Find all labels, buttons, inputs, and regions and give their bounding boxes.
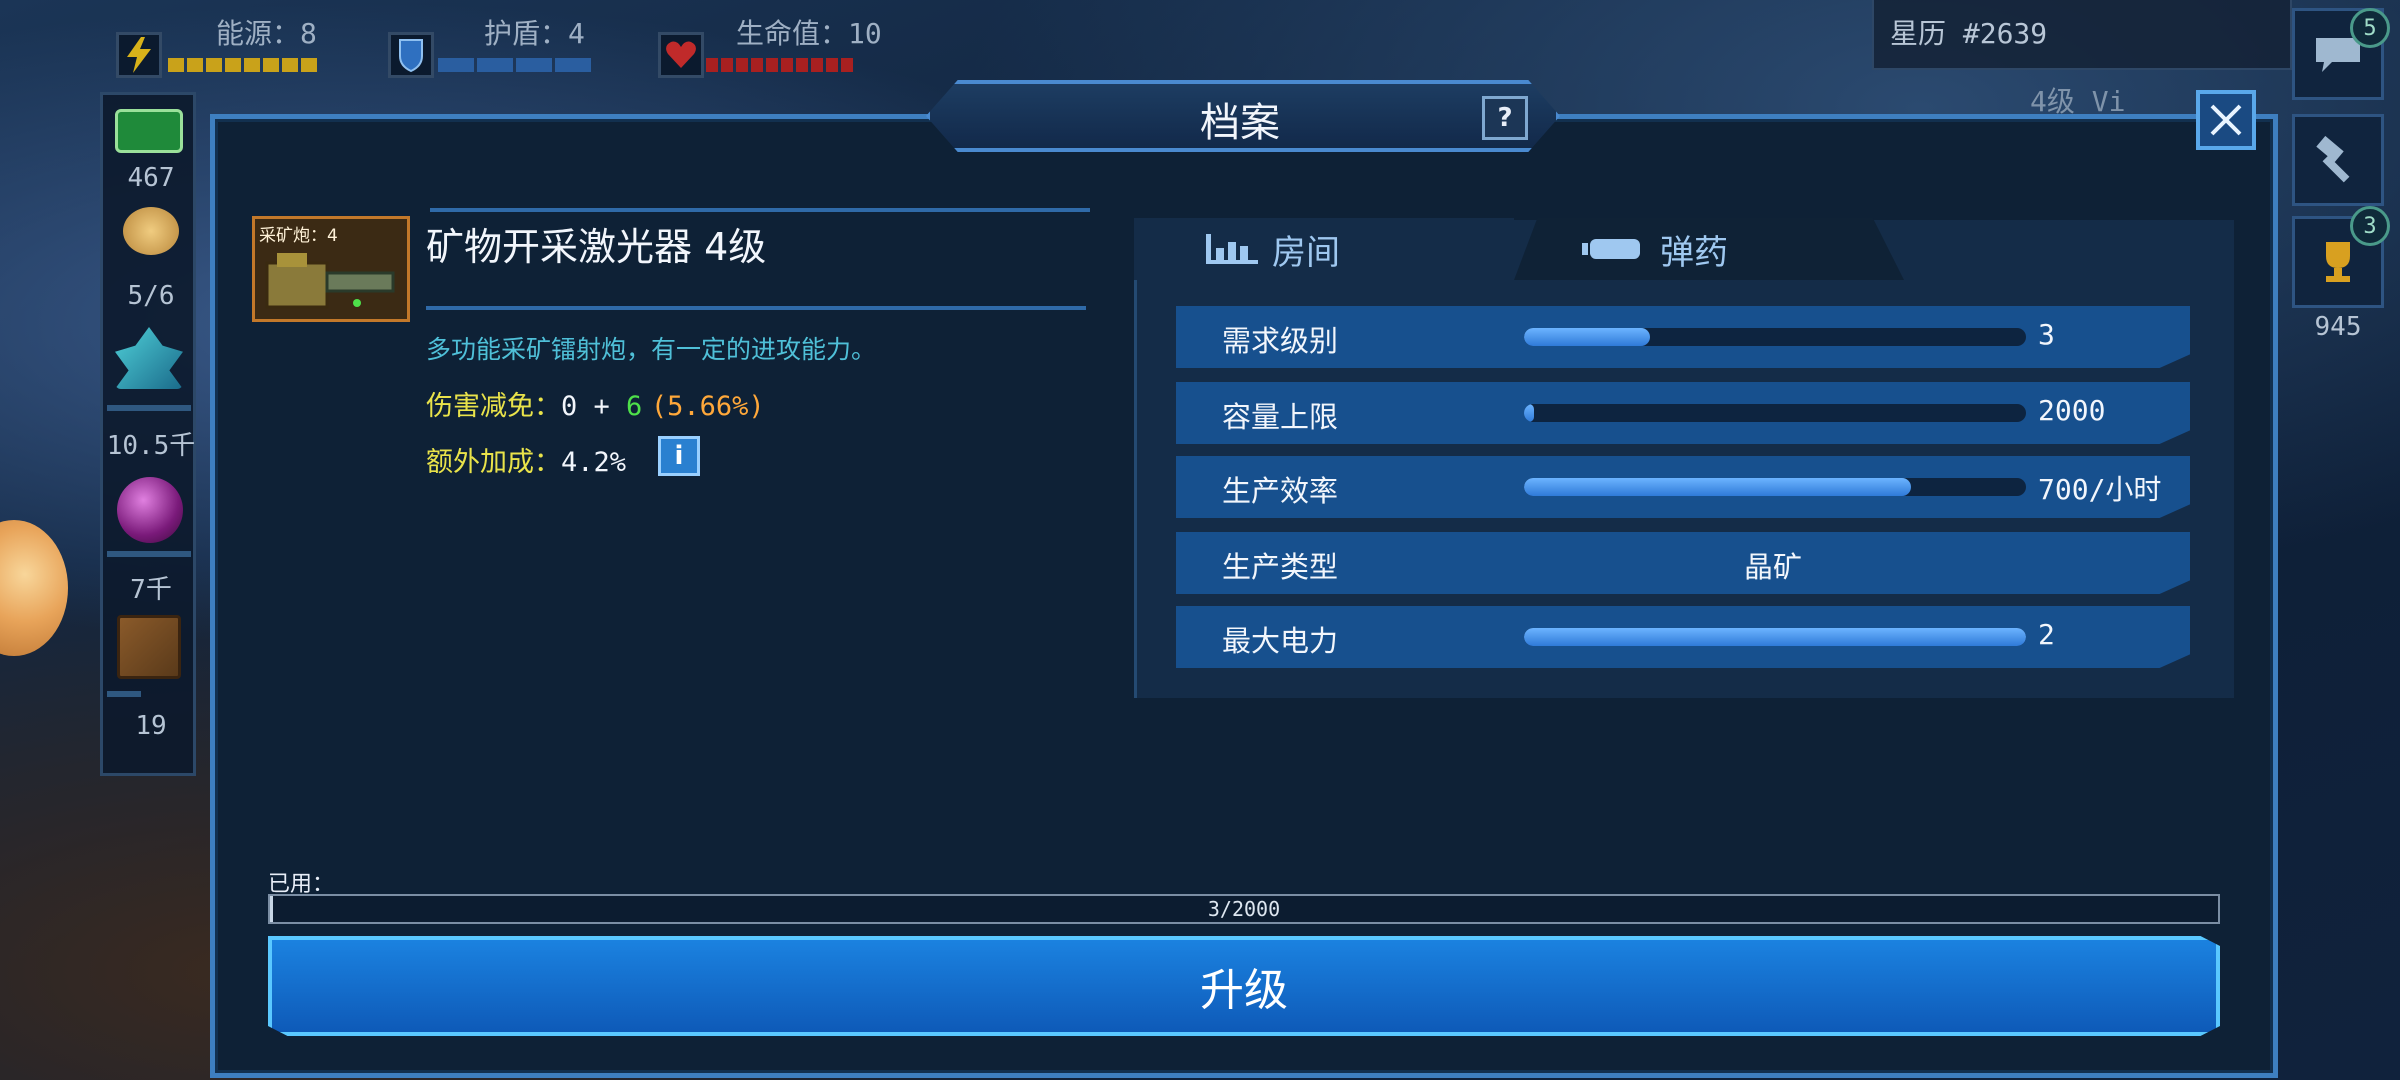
damage-base: 0 + bbox=[561, 391, 627, 422]
crate-divider bbox=[107, 691, 141, 697]
stat-row-production-rate: 生产效率 700/小时 bbox=[1176, 456, 2190, 518]
planet-decoration bbox=[0, 520, 68, 656]
chat-badge: 5 bbox=[2350, 8, 2390, 48]
build-button[interactable] bbox=[2292, 114, 2384, 206]
close-button[interactable] bbox=[2196, 90, 2256, 150]
crate-value: 19 bbox=[135, 711, 167, 741]
extra-value: 4.2% bbox=[561, 447, 627, 478]
crystal-value: 10.5千 bbox=[106, 431, 196, 461]
crystal-icon[interactable] bbox=[115, 327, 183, 389]
resource-panel: 467 5/6 10.5千 7千 19 bbox=[100, 92, 196, 776]
stat-bar-fill bbox=[1524, 628, 2026, 646]
trophy-icon bbox=[2326, 242, 2350, 282]
stat-row-max-power: 最大电力 2 bbox=[1176, 606, 2190, 668]
stat-bar bbox=[1524, 404, 2026, 422]
heart-icon bbox=[658, 32, 704, 78]
life-bar bbox=[706, 58, 853, 72]
stat-label: 生产效率 bbox=[1222, 474, 1339, 508]
help-button[interactable]: ? bbox=[1482, 96, 1528, 140]
crew-value: 5/6 bbox=[127, 281, 175, 311]
shield-bar bbox=[438, 58, 591, 72]
stat-bar bbox=[1524, 478, 2026, 496]
energy-label: 能源：8 bbox=[216, 17, 317, 50]
header-line-bottom bbox=[426, 306, 1086, 310]
item-description: 多功能采矿镭射炮，有一定的进攻能力。 bbox=[426, 335, 877, 364]
stat-row-capacity: 容量上限 2000 bbox=[1176, 382, 2190, 444]
close-icon bbox=[2210, 104, 2242, 136]
used-progress-text: 3/2000 bbox=[1207, 897, 1281, 921]
info-button[interactable]: i bbox=[658, 436, 700, 476]
damage-bonus: 6 bbox=[626, 391, 643, 422]
lightning-icon bbox=[116, 32, 162, 78]
orb-divider bbox=[107, 551, 191, 557]
orb-icon[interactable] bbox=[117, 477, 183, 543]
bar-chart-icon bbox=[1206, 234, 1258, 264]
header-line-top bbox=[430, 208, 1090, 212]
stardate: 星历 #2639 bbox=[1872, 0, 2292, 70]
stat-label: 最大电力 bbox=[1222, 624, 1339, 658]
crystal-divider bbox=[107, 405, 191, 411]
item-thumbnail: 采矿炮：4 bbox=[252, 216, 410, 322]
upgrade-button[interactable]: 升级 bbox=[268, 936, 2220, 1036]
stat-label: 容量上限 bbox=[1222, 400, 1339, 434]
shield-icon bbox=[388, 32, 434, 78]
stat-value: 晶矿 bbox=[1743, 550, 1802, 584]
energy-bar bbox=[168, 58, 317, 72]
tab-ammo-label: 弹药 bbox=[1660, 232, 1728, 273]
dialog-title: 档案 bbox=[1200, 100, 1280, 146]
trophy-badge: 3 bbox=[2350, 206, 2390, 246]
crew-icon[interactable] bbox=[123, 207, 179, 255]
crate-icon[interactable] bbox=[117, 615, 181, 679]
stat-bar bbox=[1524, 328, 2026, 346]
extra-stat: 额外加成：4.2% bbox=[426, 440, 626, 479]
extra-label: 额外加成： bbox=[426, 447, 561, 478]
stat-value: 3 bbox=[2038, 318, 2055, 351]
stat-bar-fill bbox=[1524, 404, 1535, 422]
stat-label: 需求级别 bbox=[1222, 324, 1339, 358]
stat-row-required-level: 需求级别 3 bbox=[1176, 306, 2190, 368]
damage-percent: (5.66%) bbox=[650, 391, 765, 422]
stat-value: 2 bbox=[2038, 618, 2055, 651]
shield-label: 护盾：4 bbox=[484, 17, 585, 50]
stat-value: 2000 bbox=[2038, 394, 2106, 427]
stat-row-production-type: 生产类型 晶矿 bbox=[1176, 532, 2190, 594]
item-name: 矿物开采激光器 4级 bbox=[426, 225, 767, 269]
tab-rooms[interactable]: 房间 bbox=[1206, 218, 1340, 280]
orb-value: 7千 bbox=[130, 575, 172, 605]
damage-stat: 伤害减免：0 + 6 (5.66%) bbox=[426, 384, 765, 423]
mining-laser-icon bbox=[265, 253, 395, 309]
stat-bar-fill bbox=[1524, 478, 1911, 496]
trophy-value: 945 bbox=[2314, 312, 2362, 342]
stat-value: 700/小时 bbox=[2038, 473, 2162, 506]
damage-label: 伤害减免： bbox=[426, 391, 561, 422]
life-label: 生命值：10 bbox=[736, 17, 882, 50]
hammer-icon bbox=[2316, 136, 2350, 183]
stat-bar-fill bbox=[1524, 328, 1650, 346]
tab-rooms-label: 房间 bbox=[1272, 232, 1340, 273]
money-icon[interactable] bbox=[115, 109, 183, 153]
money-value: 467 bbox=[127, 163, 175, 193]
battery-icon bbox=[1582, 239, 1640, 259]
used-progress-bar: 3/2000 bbox=[268, 894, 2220, 924]
tab-ammo[interactable]: 弹药 bbox=[1582, 218, 1728, 280]
stat-bar bbox=[1524, 628, 2026, 646]
